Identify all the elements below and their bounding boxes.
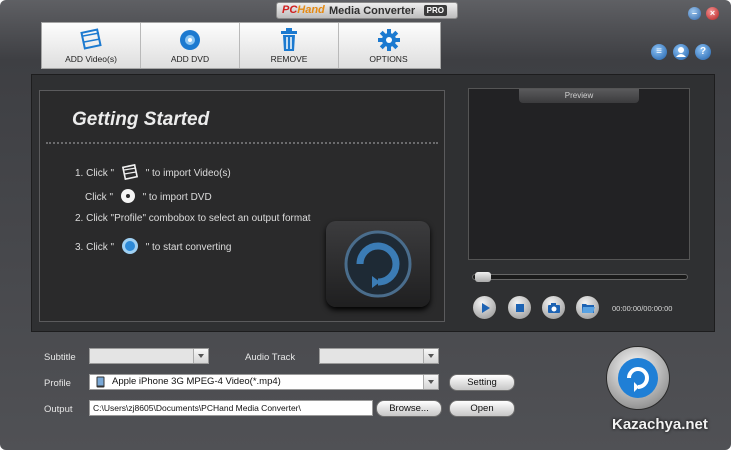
film-icon	[121, 163, 139, 183]
convert-mini-icon	[121, 237, 139, 258]
trash-icon	[278, 28, 300, 57]
divider	[46, 142, 438, 144]
title-bar: PCHand Media Converter PRO – ×	[0, 0, 731, 24]
window-title: Media Converter	[329, 5, 416, 17]
disc-icon	[178, 28, 202, 57]
app-window: PCHand Media Converter PRO – × ADD Video…	[0, 0, 731, 450]
chevron-down-icon	[193, 349, 208, 363]
app-logo: PCHand	[282, 4, 325, 16]
folder-icon	[582, 304, 595, 313]
remove-button[interactable]: REMOVE	[240, 23, 339, 68]
chevron-down-icon	[423, 375, 438, 389]
output-label: Output	[44, 404, 73, 415]
gear-icon	[377, 28, 401, 57]
snapshot-button[interactable]	[541, 295, 566, 320]
output-path-field[interactable]: C:\Users\zj8605\Documents\PCHand Media C…	[89, 400, 373, 416]
account-icon[interactable]	[673, 44, 689, 60]
browse-button[interactable]: Browse...	[376, 400, 442, 417]
profile-value: Apple iPhone 3G MPEG-4 Video(*.mp4)	[112, 376, 281, 387]
play-button[interactable]	[472, 295, 497, 320]
watermark: Kazachya.net	[612, 416, 708, 433]
open-folder-button[interactable]	[575, 295, 600, 320]
preview-panel: Preview	[468, 88, 690, 260]
profile-label: Profile	[44, 378, 71, 389]
add-dvd-label: ADD DVD	[170, 54, 210, 64]
seek-bar[interactable]	[472, 272, 688, 282]
step1-prefix: 1. Click "	[75, 168, 115, 180]
audio-track-label: Audio Track	[245, 352, 296, 363]
setting-button[interactable]: Setting	[449, 374, 515, 391]
convert-icon	[618, 358, 658, 398]
convert-illustration-icon	[326, 221, 430, 307]
step-1b: Click " " to import DVD	[85, 188, 212, 207]
minimize-button[interactable]: –	[688, 7, 701, 20]
film-icon	[79, 28, 103, 55]
audio-track-select[interactable]	[319, 348, 439, 364]
subtitle-select[interactable]	[89, 348, 209, 364]
step1b-prefix: Click "	[85, 192, 113, 204]
menu-icon[interactable]: ≡	[651, 44, 667, 60]
step1-suffix: " to import Video(s)	[145, 168, 231, 180]
toolbar: ADD Video(s) ADD DVD REMOVE OPTIONS	[41, 22, 441, 69]
profile-select[interactable]: Apple iPhone 3G MPEG-4 Video(*.mp4)	[89, 374, 439, 390]
disc-icon	[120, 188, 136, 207]
play-icon	[482, 303, 490, 313]
phone-icon	[96, 376, 105, 393]
help-icon[interactable]: ?	[695, 44, 711, 60]
step-3: 3. Click " " to start converting	[75, 237, 232, 258]
step-2: 2. Click "Profile" combobox to select an…	[75, 213, 311, 224]
stop-icon	[516, 304, 524, 312]
preview-label: Preview	[519, 89, 639, 103]
add-video-label: ADD Video(s)	[65, 54, 117, 64]
chevron-down-icon	[423, 349, 438, 363]
logo-hand: Hand	[297, 4, 325, 16]
step3-suffix: " to start converting	[145, 242, 232, 254]
step-1: 1. Click " " to import Video(s)	[75, 163, 231, 183]
logo-pc: PC	[282, 4, 298, 16]
add-video-button[interactable]: ADD Video(s)	[42, 23, 141, 68]
seek-thumb[interactable]	[475, 272, 491, 282]
remove-label: REMOVE	[270, 54, 308, 64]
close-button[interactable]: ×	[706, 7, 719, 20]
camera-icon	[548, 303, 560, 313]
open-button[interactable]: Open	[449, 400, 515, 417]
title-plate: PCHand Media Converter PRO	[276, 2, 458, 19]
convert-button[interactable]	[606, 346, 670, 410]
pro-badge: PRO	[423, 5, 447, 16]
step1b-suffix: " to import DVD	[142, 192, 212, 204]
options-button[interactable]: OPTIONS	[339, 23, 438, 68]
getting-started-title: Getting Started	[72, 109, 210, 130]
subtitle-label: Subtitle	[44, 352, 76, 363]
add-dvd-button[interactable]: ADD DVD	[141, 23, 240, 68]
step3-prefix: 3. Click "	[75, 242, 115, 254]
stop-button[interactable]	[507, 295, 532, 320]
options-label: OPTIONS	[369, 54, 408, 64]
getting-started-panel: Getting Started 1. Click " " to import V…	[39, 90, 445, 322]
time-display: 00:00:00/00:00:00	[612, 304, 673, 313]
